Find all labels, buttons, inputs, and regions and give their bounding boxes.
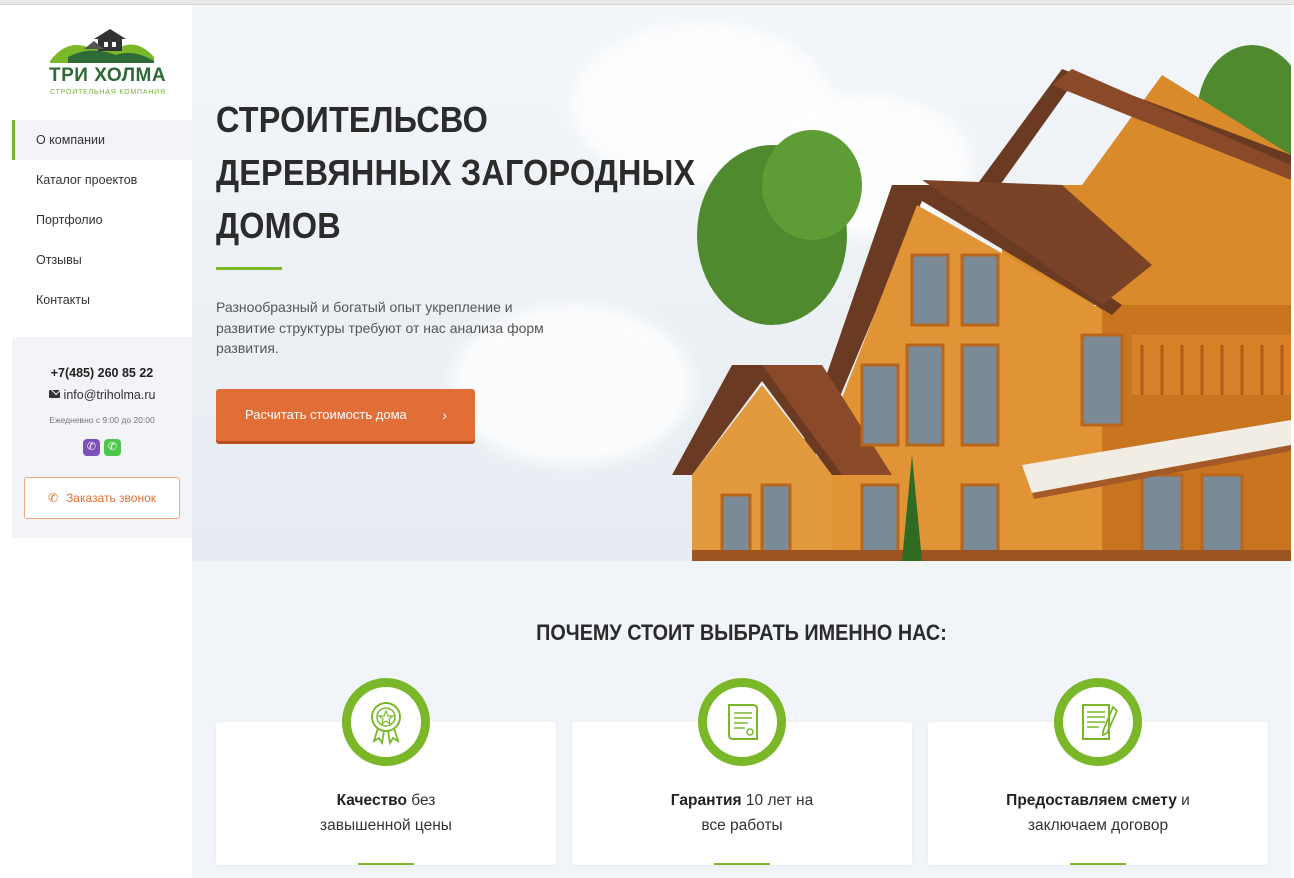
calculate-cost-label: Расчитать стоимость дома	[245, 407, 407, 422]
feature-badge	[1054, 678, 1142, 766]
callback-label: Заказать звонок	[66, 491, 156, 505]
feature-badge	[698, 678, 786, 766]
hero-divider	[216, 267, 282, 270]
sidebar: ТРИ ХОЛМА СТРОИТЕЛЬНАЯ КОМПАНИЯ О компан…	[0, 5, 192, 878]
feature-rest: 10 лет на	[741, 792, 814, 809]
email-address[interactable]: info@triholma.ru	[64, 388, 156, 402]
feature-bold: Предоставляем смету	[1006, 792, 1177, 809]
feature-line2: заключаем договор	[1027, 817, 1169, 834]
feature-card: Предоставляем смету и заключаем договор	[928, 678, 1268, 865]
feature-text: Гарантия 10 лет на все работы	[572, 788, 912, 838]
messenger-links: ✆ ✆	[83, 439, 123, 457]
certificate-scroll-icon	[728, 704, 758, 740]
feature-bold: Гарантия	[670, 792, 742, 809]
why-us-section: ПОЧЕМУ СТОИТ ВЫБРАТЬ ИМЕННО НАС: Качеств…	[192, 561, 1291, 878]
sidebar-nav: О компании Каталог проектов Портфолио От…	[12, 120, 192, 320]
feature-bold: Качество	[336, 792, 407, 809]
feature-rest: без	[406, 792, 436, 809]
sidebar-item-reviews[interactable]: Отзывы	[12, 240, 192, 280]
feature-card: Гарантия 10 лет на все работы	[572, 678, 912, 865]
feature-text: Предоставляем смету и заключаем договор	[928, 788, 1268, 838]
card-underline	[358, 863, 414, 865]
viber-icon[interactable]: ✆	[83, 439, 100, 456]
feature-text: Качество без завышенной цены	[216, 788, 556, 838]
hero-section: СТРОИТЕЛЬСВО ДЕРЕВЯННЫХ ЗАГОРОДНЫХ ДОМОВ…	[192, 5, 1291, 561]
working-hours: Ежедневно с 9:00 до 20:00	[49, 415, 155, 425]
hills-house-logo-icon	[50, 29, 154, 63]
phone-number[interactable]: +7(485) 260 85 22	[12, 366, 192, 380]
calculate-cost-button[interactable]: Расчитать стоимость дома ›	[216, 389, 475, 441]
email-row[interactable]: info@triholma.ru	[12, 388, 192, 402]
award-medal-icon	[371, 702, 401, 746]
chevron-right-icon: ›	[442, 407, 447, 423]
hero-title: СТРОИТЕЛЬСВО ДЕРЕВЯННЫХ ЗАГОРОДНЫХ ДОМОВ	[216, 93, 696, 252]
callback-button[interactable]: ✆ Заказать звонок	[24, 477, 180, 519]
hero-title-line: ДОМОВ	[216, 205, 341, 246]
brand-name: ТРИ ХОЛМА	[49, 65, 167, 86]
why-us-title: ПОЧЕМУ СТОИТ ВЫБРАТЬ ИМЕННО НАС:	[536, 620, 947, 645]
brand-tagline: СТРОИТЕЛЬНАЯ КОМПАНИЯ	[50, 89, 166, 96]
contact-box: +7(485) 260 85 22 info@triholma.ru Ежедн…	[12, 337, 192, 538]
hero-title-line: СТРОИТЕЛЬСВО	[216, 99, 489, 140]
feature-line2: все работы	[701, 817, 783, 834]
hero-description: Разнообразный и богатый опыт укрепление …	[216, 299, 544, 356]
feature-rest: и	[1176, 792, 1190, 809]
hero-title-line: ДЕРЕВЯННЫХ ЗАГОРОДНЫХ	[216, 152, 696, 193]
mail-icon	[48, 390, 60, 398]
whatsapp-icon[interactable]: ✆	[104, 439, 121, 456]
brand-logo[interactable]: ТРИ ХОЛМА СТРОИТЕЛЬНАЯ КОМПАНИЯ	[46, 27, 166, 105]
feature-badge	[342, 678, 430, 766]
card-underline	[714, 863, 770, 865]
sidebar-item-portfolio[interactable]: Портфолио	[12, 200, 192, 240]
sidebar-item-about[interactable]: О компании	[12, 120, 192, 160]
sidebar-item-catalog[interactable]: Каталог проектов	[12, 160, 192, 200]
wooden-house-image	[672, 45, 1291, 561]
feature-card: Качество без завышенной цены	[216, 678, 556, 865]
feature-line2: завышенной цены	[320, 817, 452, 834]
sidebar-item-contacts[interactable]: Контакты	[12, 280, 192, 320]
contract-document-icon	[1082, 704, 1119, 740]
card-underline	[1070, 863, 1126, 865]
phone-icon: ✆	[48, 491, 59, 505]
